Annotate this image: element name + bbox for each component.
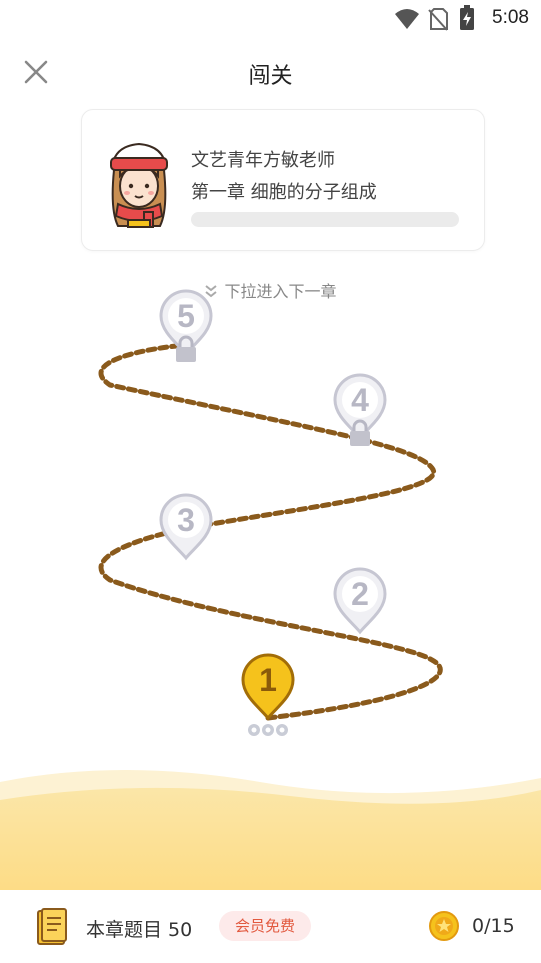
level-pin-2[interactable]: 2 bbox=[333, 567, 387, 635]
level-pin-1[interactable]: 1 bbox=[241, 653, 295, 736]
level-map: 1 2 3 4 5 bbox=[98, 289, 443, 736]
bottom-bar: 本章题目 50 会员免费 0/15 bbox=[0, 890, 541, 963]
level-number: 1 bbox=[259, 662, 277, 698]
level-number: 4 bbox=[351, 382, 369, 418]
level-number: 3 bbox=[177, 502, 195, 538]
chapter-question-count: 本章题目 50 bbox=[86, 919, 193, 941]
question-book-icon bbox=[37, 908, 67, 945]
vip-free-badge[interactable]: 会员免费 bbox=[219, 911, 312, 941]
level-pin-5: 5 bbox=[159, 289, 213, 362]
coin-icon bbox=[429, 911, 459, 941]
level-number: 5 bbox=[177, 298, 195, 334]
coin-count: 0/15 bbox=[472, 915, 515, 937]
level-pin-3[interactable]: 3 bbox=[159, 493, 213, 561]
level-number: 2 bbox=[351, 576, 369, 612]
pin-base-dots bbox=[248, 724, 288, 736]
